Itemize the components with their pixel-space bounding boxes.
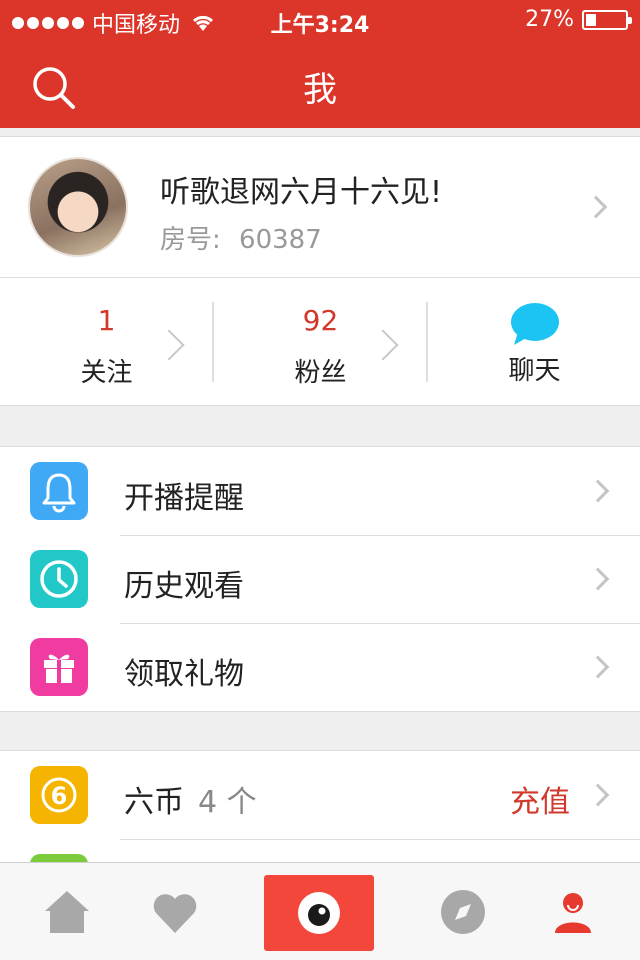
- tab-bar: [0, 862, 640, 960]
- gift-icon: [30, 638, 88, 696]
- live-eye-icon: [298, 892, 340, 934]
- profile-card[interactable]: 听歌退网六月十六见! 房号: 60387: [0, 136, 640, 278]
- chevron-right-icon: [586, 479, 610, 503]
- following-count: 1: [97, 304, 116, 337]
- battery-icon: [582, 9, 632, 30]
- room-number-row: 房号: 60387: [160, 219, 322, 256]
- coin-label: 六币: [124, 785, 184, 820]
- compass-icon[interactable]: [408, 863, 518, 960]
- header: 中国移动 上午3:24 27% 我: [0, 0, 640, 128]
- home-icon[interactable]: [12, 863, 122, 960]
- profile-icon[interactable]: [518, 863, 628, 960]
- fans-stat[interactable]: 92 粉丝: [214, 278, 427, 406]
- chevron-right-icon: [584, 195, 608, 219]
- bell-icon: [30, 462, 88, 520]
- chevron-right-icon: [586, 783, 610, 807]
- menu-item-label: 六币 4 个: [124, 777, 257, 821]
- room-label: 房号:: [160, 225, 221, 255]
- coin-icon: 6: [30, 766, 88, 824]
- chat-bubble-icon: [511, 303, 559, 345]
- coin-count: 4 个: [198, 785, 257, 820]
- menu-item-watch-history[interactable]: 历史观看: [0, 535, 640, 623]
- heart-icon[interactable]: [120, 863, 230, 960]
- menu-item-claim-gift[interactable]: 领取礼物: [0, 623, 640, 711]
- menu-item-six-coins[interactable]: 6 六币 4 个 充值: [0, 751, 640, 839]
- following-stat[interactable]: 1 关注: [0, 278, 213, 406]
- battery-level: [586, 13, 596, 26]
- menu-item-label: 历史观看: [124, 569, 244, 604]
- stats-row: 1 关注 92 粉丝 聊天: [0, 278, 640, 406]
- chevron-right-icon: [586, 567, 610, 591]
- profile-name: 听歌退网六月十六见!: [160, 175, 443, 210]
- fans-label: 粉丝: [294, 358, 347, 388]
- menu-group: 开播提醒 历史观看 领取礼物: [0, 446, 640, 712]
- menu-item-label: 领取礼物: [124, 657, 244, 692]
- chat-stat[interactable]: 聊天: [428, 278, 640, 406]
- chat-label: 聊天: [508, 356, 561, 386]
- menu-item-live-reminder[interactable]: 开播提醒: [0, 447, 640, 535]
- status-bar: 中国移动 上午3:24 27%: [0, 0, 640, 40]
- avatar[interactable]: [28, 157, 128, 257]
- chevron-right-icon: [586, 655, 610, 679]
- status-right: 27%: [525, 7, 632, 32]
- battery-percent: 27%: [525, 7, 574, 32]
- recharge-button[interactable]: 充值: [510, 777, 570, 821]
- room-number: 60387: [239, 225, 322, 255]
- live-tab-button[interactable]: [264, 875, 374, 951]
- menu-group-coins: 6 六币 4 个 充值: [0, 750, 640, 870]
- following-label: 关注: [80, 358, 133, 388]
- fans-count: 92: [302, 304, 339, 337]
- page-title: 我: [303, 70, 337, 110]
- menu-item-label: 开播提醒: [124, 481, 244, 516]
- clock-icon: [30, 550, 88, 608]
- svg-text:6: 6: [51, 782, 68, 810]
